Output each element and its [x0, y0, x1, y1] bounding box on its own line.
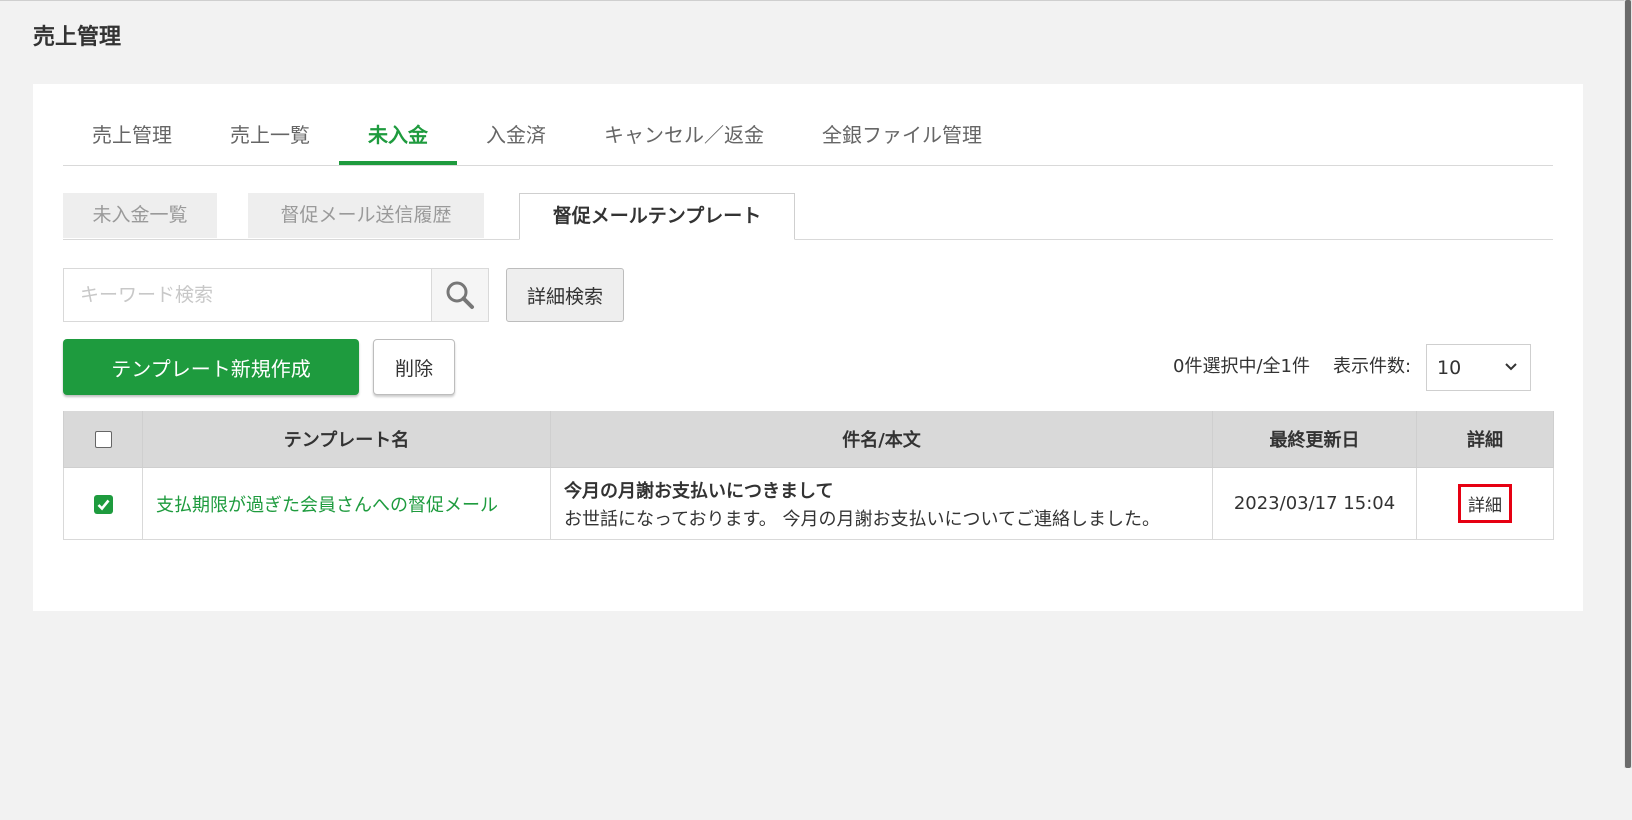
- header-template-name: テンプレート名: [142, 411, 551, 468]
- template-name-cell: 支払期限が過ぎた会員さんへの督促メール: [142, 467, 551, 540]
- search-icon: [446, 281, 474, 309]
- subtab-unpaid-list[interactable]: 未入金一覧: [63, 193, 217, 238]
- table-header-row: テンプレート名 件名/本文 最終更新日 詳細: [63, 411, 1554, 468]
- subtab-reminder-history[interactable]: 督促メール送信履歴: [248, 193, 484, 238]
- per-page-value: 10: [1437, 357, 1462, 379]
- search-box: [63, 268, 489, 322]
- mail-body: お世話になっております。 今月の月謝お支払いについてご連絡しました。: [564, 508, 1160, 530]
- content-card: 売上管理 売上一覧 未入金 入金済 キャンセル／返金 全銀ファイル管理 未入金一…: [33, 84, 1583, 611]
- table-row: 支払期限が過ぎた会員さんへの督促メール 今月の月謝お支払いにつきまして お世話に…: [63, 467, 1554, 540]
- search-button[interactable]: [431, 269, 488, 321]
- select-all-cell: [63, 411, 143, 468]
- advanced-search-button[interactable]: 詳細検索: [506, 268, 624, 322]
- select-all-checkbox[interactable]: [94, 431, 112, 448]
- tab-zengin-file[interactable]: 全銀ファイル管理: [793, 110, 1011, 165]
- scrollbar-thumb[interactable]: [1625, 0, 1631, 768]
- checkmark-icon: [97, 499, 110, 510]
- tab-sales-management[interactable]: 売上管理: [63, 110, 201, 165]
- header-detail: 詳細: [1416, 411, 1554, 468]
- selection-status: 0件選択中/全1件: [1173, 356, 1310, 377]
- subtab-reminder-template[interactable]: 督促メールテンプレート: [519, 193, 795, 240]
- delete-button[interactable]: 削除: [373, 339, 455, 395]
- chevron-down-icon: [1505, 363, 1517, 371]
- search-input[interactable]: [64, 269, 436, 321]
- header-subject-body: 件名/本文: [550, 411, 1213, 468]
- row-check-cell: [63, 467, 143, 540]
- tab-unpaid[interactable]: 未入金: [339, 110, 457, 165]
- row-checkbox[interactable]: [93, 494, 113, 514]
- page-title: 売上管理: [33, 25, 122, 50]
- top-border: [0, 0, 1632, 1]
- template-table: テンプレート名 件名/本文 最終更新日 詳細 支払期限が過ぎた会員さんへの督促メ…: [63, 411, 1554, 540]
- detail-cell: 詳細: [1416, 467, 1554, 540]
- template-name-link[interactable]: 支払期限が過ぎた会員さんへの督促メール: [144, 495, 498, 516]
- per-page-select[interactable]: 10: [1426, 344, 1531, 391]
- header-last-updated: 最終更新日: [1212, 411, 1417, 468]
- scrollbar[interactable]: [1624, 0, 1632, 768]
- tab-cancel-refund[interactable]: キャンセル／返金: [575, 110, 793, 165]
- sub-tabs: 未入金一覧 督促メール送信履歴 督促メールテンプレート: [63, 193, 1553, 240]
- new-template-button[interactable]: テンプレート新規作成: [63, 339, 359, 395]
- mail-subject: 今月の月謝お支払いにつきまして: [564, 480, 834, 502]
- detail-button[interactable]: 詳細: [1458, 484, 1512, 523]
- per-page-label: 表示件数:: [1333, 356, 1412, 377]
- subject-body-cell: 今月の月謝お支払いにつきまして お世話になっております。 今月の月謝お支払いにつ…: [550, 467, 1213, 540]
- last-updated-cell: 2023/03/17 15:04: [1212, 467, 1417, 540]
- tab-sales-list[interactable]: 売上一覧: [201, 110, 339, 165]
- main-tabs: 売上管理 売上一覧 未入金 入金済 キャンセル／返金 全銀ファイル管理: [63, 110, 1553, 166]
- tab-paid[interactable]: 入金済: [457, 110, 575, 165]
